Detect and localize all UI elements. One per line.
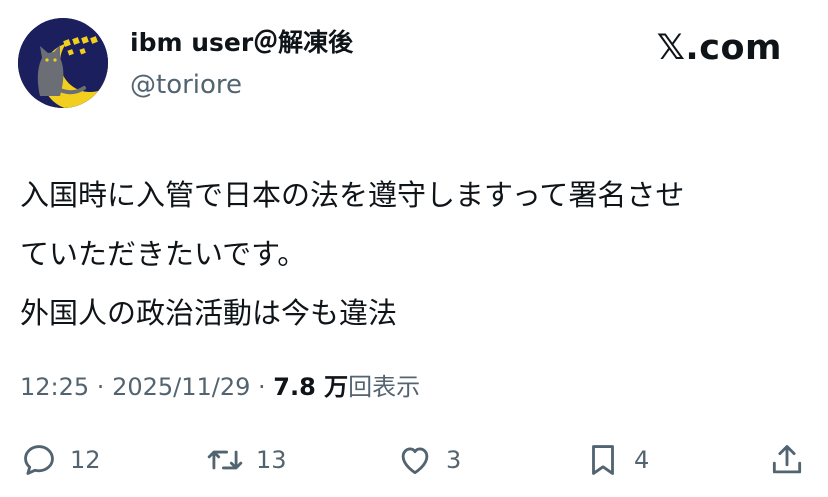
views-label: 回表示 bbox=[348, 373, 421, 401]
retweet-button[interactable]: 13 bbox=[206, 436, 287, 484]
avatar[interactable] bbox=[18, 18, 108, 108]
tweet-body: 入国時に入管で日本の法を遵守しますって署名させ ていただきたいです。 外国人の政… bbox=[20, 166, 810, 343]
retweet-count: 13 bbox=[256, 446, 287, 474]
tweet-line: 入国時に入管で日本の法を遵守しますって署名させ bbox=[20, 178, 685, 212]
meta-separator: · bbox=[89, 373, 113, 401]
tweet-line: 外国人の政治活動は今も違法 bbox=[20, 296, 398, 330]
bookmark-icon bbox=[592, 445, 614, 475]
like-button[interactable]: 3 bbox=[396, 436, 461, 484]
share-button[interactable] bbox=[768, 436, 806, 484]
brand-logo: 𝕏.com bbox=[656, 28, 782, 68]
bookmark-button[interactable]: 4 bbox=[584, 436, 649, 484]
views-count: 7.8 万 bbox=[273, 373, 349, 401]
action-bar: 12 13 3 4 bbox=[0, 436, 828, 484]
bookmark-count: 4 bbox=[634, 446, 650, 474]
reply-icon bbox=[24, 445, 54, 475]
tweet-meta: 12:25 · 2025/11/29 · 7.8 万回表示 bbox=[20, 370, 420, 404]
meta-separator: · bbox=[250, 373, 274, 401]
author-display-name[interactable]: ibm user＠解凍後 bbox=[130, 26, 353, 60]
reply-button[interactable]: 12 bbox=[20, 436, 101, 484]
reply-count: 12 bbox=[70, 446, 101, 474]
author-handle[interactable]: @toriore bbox=[130, 68, 242, 102]
like-count: 3 bbox=[446, 446, 462, 474]
tweet-date[interactable]: 2025/11/29 bbox=[112, 373, 250, 401]
retweet-icon bbox=[207, 450, 243, 470]
share-icon bbox=[772, 445, 802, 474]
tweet-time[interactable]: 12:25 bbox=[20, 373, 89, 401]
tweet-line: ていただきたいです。 bbox=[20, 237, 307, 271]
cat-moon-avatar-icon bbox=[18, 18, 108, 108]
heart-icon bbox=[401, 447, 429, 475]
